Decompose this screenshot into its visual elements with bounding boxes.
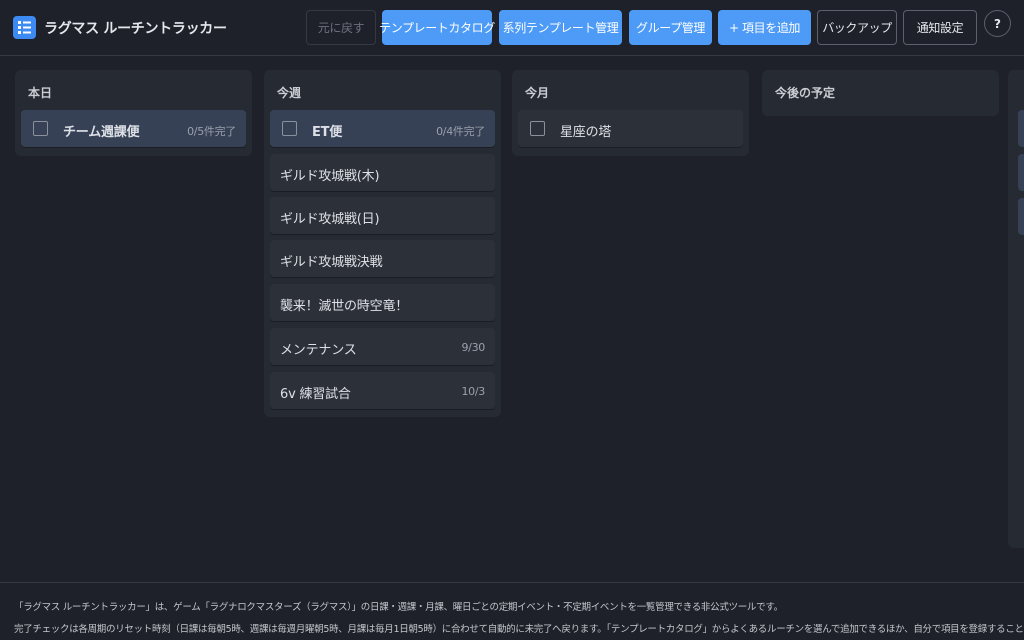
item-progress: 0/5件完了	[187, 125, 236, 138]
checklist-icon	[13, 16, 36, 39]
add-item-button[interactable]: + 項目を追加	[718, 10, 811, 45]
item-progress: 0/4件完了	[436, 125, 485, 138]
item-label: ギルド攻城戦(木)	[280, 169, 380, 184]
item-label: ギルド攻城戦決戦	[280, 255, 383, 270]
list-item[interactable]: ギルド攻城戦決戦	[270, 240, 495, 277]
list-item[interactable]: 星座の塔	[518, 110, 743, 147]
column-month: 今月 星座の塔	[512, 70, 749, 156]
list-item[interactable]: 6v 練習試合 10/3	[270, 372, 495, 409]
list-item[interactable]	[1018, 198, 1024, 235]
item-label: 襲来！滅世の時空竜！	[280, 299, 409, 314]
list-item[interactable]: ギルド攻城戦(木)	[270, 154, 495, 191]
list-item[interactable]: ET便 0/4件完了	[270, 110, 495, 147]
column-title: 今週	[277, 86, 302, 100]
item-label: ET便	[312, 125, 343, 140]
notification-settings-button[interactable]: 通知設定	[903, 10, 977, 45]
top-bar: ラグマス ルーチントラッカー 元に戻す テンプレートカタログ 系列テンプレート管…	[0, 0, 1024, 56]
checkbox[interactable]	[33, 121, 48, 136]
list-item[interactable]: 襲来！滅世の時空竜！	[270, 284, 495, 321]
undo-button[interactable]: 元に戻す	[306, 10, 376, 45]
footer-reset-note: 完了チェックは各周期のリセット時刻（日課は毎朝5時、週課は毎週月曜朝5時、月課は…	[14, 624, 1024, 635]
item-label: 6v 練習試合	[280, 387, 351, 402]
list-item[interactable]: メンテナンス 9/30	[270, 328, 495, 365]
help-button[interactable]: ?	[984, 10, 1011, 37]
footer: 「ラグマス ルーチントラッカー」は、ゲーム「ラグナロクマスターズ（ラグマス）」の…	[0, 582, 1024, 640]
column-today: 本日 チーム週課便 0/5件完了	[15, 70, 252, 156]
column-title: 本日	[28, 86, 53, 100]
column-title: 今後の予定	[775, 86, 836, 100]
list-item[interactable]: ギルド攻城戦(日)	[270, 197, 495, 234]
column-title: 今月	[525, 86, 550, 100]
list-item[interactable]: チーム週課便 0/5件完了	[21, 110, 246, 147]
template-catalog-button[interactable]: テンプレートカタログ	[379, 10, 495, 45]
item-date: 9/30	[461, 341, 485, 354]
column-upcoming: 今後の予定	[762, 70, 999, 116]
group-manage-button[interactable]: グループ管理	[629, 10, 712, 45]
footer-description: 「ラグマス ルーチントラッカー」は、ゲーム「ラグナロクマスターズ（ラグマス）」の…	[14, 602, 783, 613]
column-partial	[1008, 70, 1024, 548]
item-label: 星座の塔	[560, 125, 612, 140]
list-item[interactable]	[1018, 154, 1024, 191]
item-label: メンテナンス	[280, 343, 357, 358]
item-label: ギルド攻城戦(日)	[280, 212, 380, 227]
series-template-button[interactable]: 系列テンプレート管理	[499, 10, 622, 45]
item-date: 10/3	[461, 385, 485, 398]
checkbox[interactable]	[282, 121, 297, 136]
column-week: 今週 ET便 0/4件完了 ギルド攻城戦(木) ギルド攻城戦(日) ギルド攻城戦…	[264, 70, 501, 417]
checkbox[interactable]	[530, 121, 545, 136]
backup-button[interactable]: バックアップ	[817, 10, 897, 45]
app-title: ラグマス ルーチントラッカー	[44, 21, 227, 37]
list-item[interactable]	[1018, 110, 1024, 147]
item-label: チーム週課便	[63, 125, 140, 140]
